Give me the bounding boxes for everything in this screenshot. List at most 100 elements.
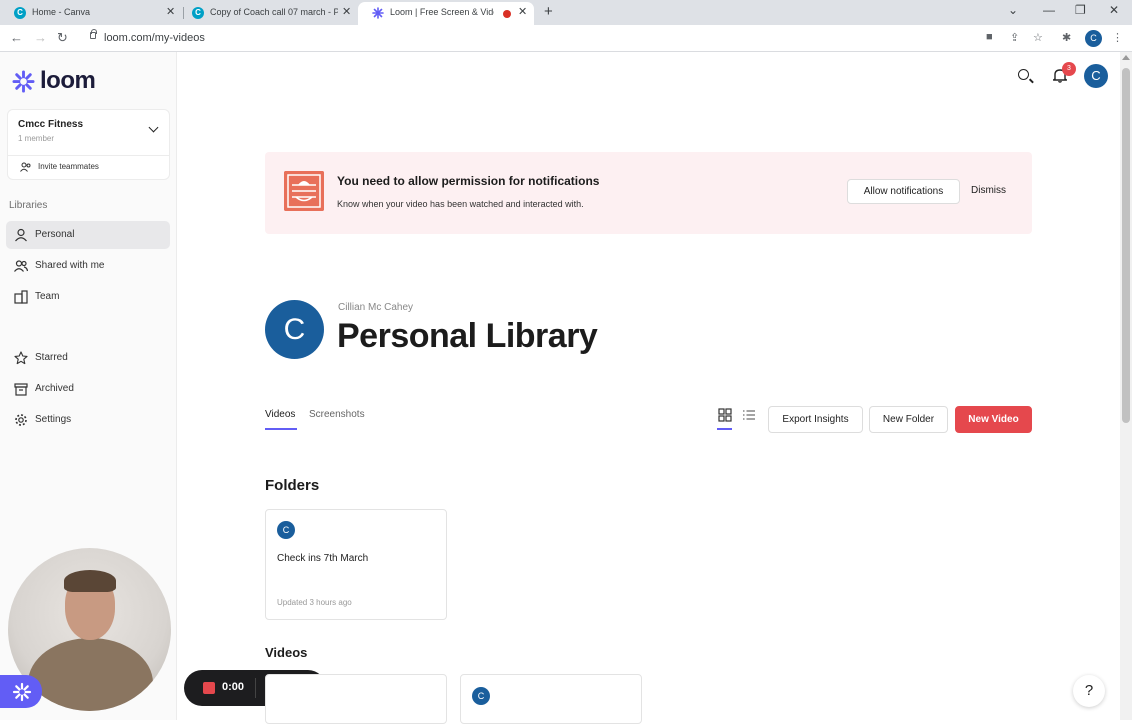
restore-button[interactable]: ❐ [1075, 3, 1086, 17]
user-avatar[interactable]: C [1084, 64, 1108, 88]
browser-tab-loom[interactable]: Loom | Free Screen & Video ✕ [358, 2, 534, 25]
library-owner-avatar: C [265, 300, 324, 359]
lock-icon [90, 29, 97, 39]
logo-text: loom [40, 67, 96, 94]
sidebar-item-label: Team [35, 291, 60, 302]
loom-favicon-icon [372, 7, 384, 19]
browser-tab-canva[interactable]: C Home - Canva ✕ [0, 2, 182, 25]
banner-title: You need to allow permission for notific… [337, 174, 600, 188]
video-card[interactable] [265, 674, 447, 724]
new-tab-button[interactable]: + [544, 3, 553, 20]
workspace-name: Cmcc Fitness [18, 119, 84, 130]
export-insights-button[interactable]: Export Insights [768, 406, 863, 433]
folder-name: Check ins 7th March [277, 553, 369, 564]
notification-illustration-icon [284, 171, 324, 211]
allow-notifications-button[interactable]: Allow notifications [847, 179, 960, 204]
tab-screenshots[interactable]: Screenshots [309, 409, 365, 420]
browser-menu-icon[interactable]: ⋮ [1112, 31, 1123, 44]
page-title: Personal Library [337, 317, 598, 355]
notification-count-badge: 3 [1062, 62, 1076, 76]
tab-videos[interactable]: Videos [265, 409, 295, 420]
camera-icon[interactable]: ■ [986, 31, 993, 43]
person-icon [15, 228, 27, 242]
folder-updated-time: Updated 3 hours ago [277, 598, 352, 607]
close-tab-icon[interactable]: ✕ [166, 5, 175, 18]
recording-indicator-icon [503, 10, 511, 18]
sidebar-item-archived[interactable]: Archived [6, 375, 170, 403]
workspace-member-count: 1 member [18, 134, 55, 143]
active-view-indicator [717, 428, 732, 430]
loom-logo-icon [12, 69, 35, 93]
sidebar-item-label: Starred [35, 352, 68, 363]
sidebar-item-shared-with-me[interactable]: Shared with me [6, 252, 170, 280]
new-video-button[interactable]: New Video [955, 406, 1032, 433]
tab-title: Loom | Free Screen & Video [390, 7, 494, 17]
divider [8, 155, 169, 156]
active-tab-indicator [265, 428, 297, 430]
gear-icon [15, 414, 27, 426]
stop-recording-button[interactable] [203, 682, 215, 694]
banner-subtitle: Know when your video has been watched an… [337, 199, 584, 209]
invite-teammates-link[interactable]: Invite teammates [38, 162, 99, 171]
back-button[interactable]: ← [10, 30, 23, 45]
libraries-label: Libraries [9, 200, 48, 211]
loom-launcher-button[interactable] [0, 675, 42, 708]
chevron-down-icon[interactable] [148, 122, 159, 133]
folders-heading: Folders [265, 477, 320, 494]
archive-icon [14, 383, 28, 396]
divider [255, 678, 256, 698]
dismiss-button[interactable]: Dismiss [971, 185, 1006, 196]
bookmark-star-icon[interactable]: ☆ [1033, 31, 1043, 44]
new-folder-button[interactable]: New Folder [869, 406, 948, 433]
loom-logo[interactable]: loom [12, 67, 96, 95]
webcam-person-hair [64, 570, 116, 592]
scroll-up-arrow-icon[interactable] [1122, 55, 1130, 60]
tab-search-icon[interactable]: ⌄ [1008, 3, 1018, 17]
extensions-icon[interactable]: ✱ [1062, 31, 1071, 44]
minimize-button[interactable]: — [1043, 3, 1055, 17]
workspace-switcher[interactable]: Cmcc Fitness 1 member Invite teammates [7, 109, 170, 180]
scrollbar-thumb[interactable] [1122, 68, 1130, 423]
recording-timer: 0:00 [222, 681, 245, 693]
building-icon [14, 290, 28, 304]
sidebar-item-personal[interactable]: Personal [6, 221, 170, 249]
add-people-icon [20, 162, 31, 172]
browser-tab-coach-call[interactable]: C Copy of Coach call 07 march - Pr ✕ [178, 2, 358, 25]
folder-owner-avatar: C [277, 521, 295, 539]
video-owner-avatar: C [472, 687, 490, 705]
address-bar-row: ← → ↻ loom.com/my-videos ■ ⇪ ☆ ✱ ⋮ [0, 25, 1132, 52]
sidebar-item-label: Personal [35, 229, 75, 240]
videos-heading: Videos [265, 645, 308, 660]
tab-title: Home - Canva [32, 7, 91, 17]
sidebar-item-team[interactable]: Team [6, 283, 170, 311]
reload-button[interactable]: ↻ [57, 30, 68, 46]
help-button[interactable]: ? [1073, 675, 1105, 707]
loom-logo-icon [12, 682, 32, 702]
url-text: loom.com/my-videos [104, 32, 205, 44]
browser-tab-strip: C Home - Canva ✕ C Copy of Coach call 07… [0, 0, 1132, 25]
sidebar-item-starred[interactable]: Starred [6, 344, 170, 372]
sidebar-item-label: Shared with me [35, 260, 105, 271]
browser-profile-avatar[interactable]: C [1085, 30, 1102, 47]
notification-permission-banner: You need to allow permission for notific… [265, 152, 1032, 234]
sidebar-item-settings[interactable]: Settings [6, 406, 170, 434]
close-tab-icon[interactable]: ✕ [518, 5, 527, 18]
video-card[interactable]: C [460, 674, 642, 724]
close-window-button[interactable]: ✕ [1109, 3, 1119, 17]
folder-card[interactable]: C Check ins 7th March Updated 3 hours ag… [265, 509, 447, 620]
canva-favicon-icon: C [192, 7, 204, 19]
share-icon[interactable]: ⇪ [1010, 31, 1019, 44]
canva-favicon-icon: C [14, 7, 26, 19]
sidebar-item-label: Archived [35, 383, 74, 394]
library-owner-name: Cillian Mc Cahey [338, 302, 414, 313]
webcam-person-body [28, 638, 153, 711]
sidebar-item-label: Settings [35, 414, 72, 425]
star-icon [14, 351, 28, 365]
close-tab-icon[interactable]: ✕ [342, 5, 351, 18]
search-icon[interactable] [1018, 69, 1029, 80]
list-view-icon[interactable] [742, 408, 756, 422]
forward-button[interactable]: → [34, 30, 47, 45]
url-field[interactable]: loom.com/my-videos [88, 29, 1052, 48]
tab-title: Copy of Coach call 07 march - Pr [210, 7, 338, 17]
grid-view-icon[interactable] [718, 408, 732, 422]
